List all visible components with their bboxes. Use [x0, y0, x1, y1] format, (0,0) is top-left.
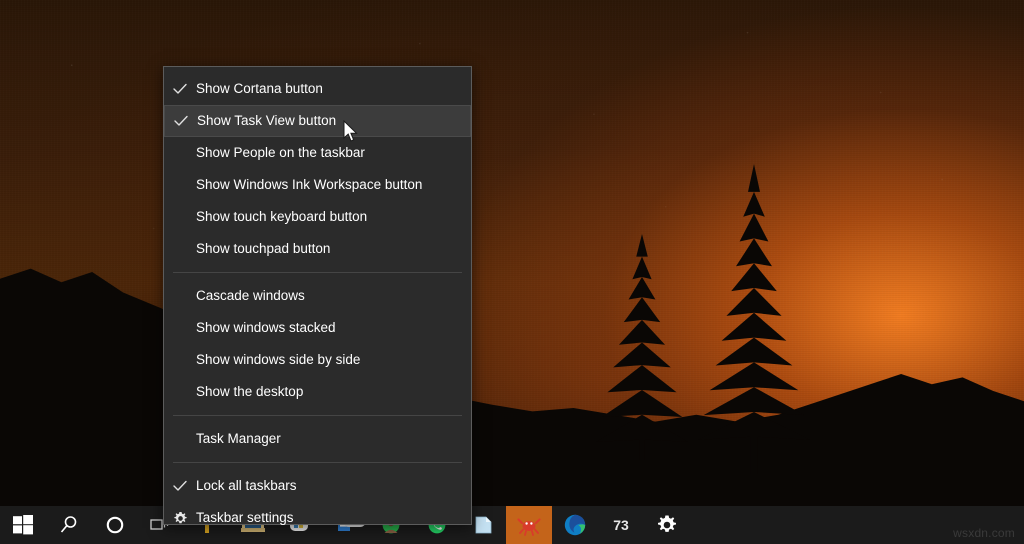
- search-button[interactable]: [46, 506, 92, 544]
- menu-item-show-cortana-button[interactable]: Show Cortana button: [164, 73, 471, 105]
- menu-item-taskbar-settings[interactable]: Taskbar settings: [164, 502, 471, 534]
- document-icon: [475, 516, 492, 534]
- menu-item-label: Show Cortana button: [196, 81, 323, 97]
- menu-item-label: Show windows side by side: [196, 352, 361, 368]
- menu-item-label: Task Manager: [196, 431, 281, 447]
- windows-logo-icon: [13, 515, 33, 535]
- taskbar[interactable]: 99+: [0, 506, 1024, 544]
- menu-item-show-people-on-the-taskbar[interactable]: Show People on the taskbar: [164, 137, 471, 169]
- taskbar-app-active[interactable]: [506, 506, 552, 544]
- menu-item-cascade-windows[interactable]: Cascade windows: [164, 280, 471, 312]
- cortana-circle-icon: [106, 516, 124, 534]
- seventy-three-icon: 73: [613, 517, 629, 533]
- menu-separator: [173, 415, 462, 416]
- menu-item-show-the-desktop[interactable]: Show the desktop: [164, 376, 471, 408]
- check-icon: [165, 115, 197, 127]
- menu-item-show-touchpad-button[interactable]: Show touchpad button: [164, 233, 471, 265]
- desktop-screen: Show Cortana button Show Task View button…: [0, 0, 1024, 544]
- menu-item-label: Show touchpad button: [196, 241, 331, 257]
- menu-item-show-task-view-button[interactable]: Show Task View button: [164, 105, 471, 137]
- menu-item-label: Lock all taskbars: [196, 478, 297, 494]
- edge-browser-icon: [564, 514, 586, 536]
- start-button[interactable]: [0, 506, 46, 544]
- taskbar-app-edge[interactable]: [552, 506, 598, 544]
- search-icon: [60, 516, 77, 533]
- menu-separator: [173, 462, 462, 463]
- menu-item-label: Show Windows Ink Workspace button: [196, 177, 423, 193]
- menu-item-label: Show touch keyboard button: [196, 209, 368, 225]
- desktop-wallpaper: [0, 0, 1024, 544]
- menu-item-label: Show Task View button: [197, 113, 337, 129]
- taskbar-app-settings[interactable]: [644, 506, 690, 544]
- menu-item-label: Cascade windows: [196, 288, 305, 304]
- taskbar-context-menu[interactable]: Show Cortana button Show Task View button…: [163, 66, 472, 525]
- gear-icon: [658, 515, 676, 532]
- menu-item-show-touch-keyboard-button[interactable]: Show touch keyboard button: [164, 201, 471, 233]
- menu-item-task-manager[interactable]: Task Manager: [164, 423, 471, 455]
- menu-item-lock-all-taskbars[interactable]: Lock all taskbars: [164, 470, 471, 502]
- crab-app-icon: [517, 518, 541, 536]
- menu-item-label: Taskbar settings: [196, 510, 294, 526]
- menu-separator: [173, 272, 462, 273]
- menu-item-show-windows-stacked[interactable]: Show windows stacked: [164, 312, 471, 344]
- svg-text:73: 73: [613, 517, 629, 533]
- menu-item-label: Show People on the taskbar: [196, 145, 365, 161]
- watermark-text: wsxdn.com: [953, 526, 1015, 540]
- menu-item-show-windows-ink-workspace-button[interactable]: Show Windows Ink Workspace button: [164, 169, 471, 201]
- gear-icon: [164, 511, 196, 526]
- taskbar-app-73[interactable]: 73: [598, 506, 644, 544]
- menu-item-label: Show windows stacked: [196, 320, 336, 336]
- cortana-button[interactable]: [92, 506, 138, 544]
- menu-item-label: Show the desktop: [196, 384, 304, 400]
- menu-item-show-windows-side-by-side[interactable]: Show windows side by side: [164, 344, 471, 376]
- check-icon: [164, 83, 196, 95]
- check-icon: [164, 480, 196, 492]
